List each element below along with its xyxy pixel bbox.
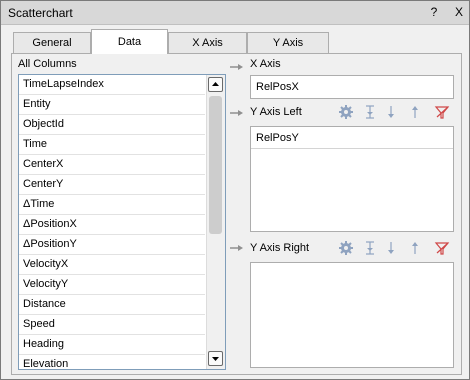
arrow-down-icon[interactable]: [383, 104, 399, 120]
tab-bar: General Data X Axis Y Axis: [11, 29, 461, 55]
list-item[interactable]: Distance: [19, 295, 205, 315]
y-axis-right-list[interactable]: [250, 262, 454, 368]
gear-icon[interactable]: [338, 240, 354, 256]
arrow-right-icon: [230, 110, 243, 116]
tab-y-axis[interactable]: Y Axis: [247, 32, 329, 53]
arrow-down-icon[interactable]: [383, 240, 399, 256]
list-item[interactable]: ObjectId: [19, 115, 205, 135]
list-item[interactable]: RelPosY: [251, 129, 453, 149]
list-item[interactable]: Speed: [19, 315, 205, 335]
list-item[interactable]: ΔTime: [19, 195, 205, 215]
close-button[interactable]: X: [452, 5, 466, 19]
arrow-right-icon: [230, 64, 243, 70]
list-item[interactable]: ΔPositionY: [19, 235, 205, 255]
window-title: Scatterchart: [8, 6, 73, 20]
move-top-icon[interactable]: [362, 104, 378, 120]
arrow-up-icon[interactable]: [407, 104, 423, 120]
arrow-right-icon: [230, 245, 243, 251]
all-columns-list[interactable]: TimeLapseIndex Entity ObjectId Time Cent…: [18, 74, 226, 370]
tab-x-axis[interactable]: X Axis: [168, 32, 247, 53]
list-item[interactable]: CenterX: [19, 155, 205, 175]
arrow-up-icon[interactable]: [407, 240, 423, 256]
tab-general[interactable]: General: [13, 32, 91, 53]
scroll-down-button[interactable]: [208, 351, 223, 366]
y-axis-right-label: Y Axis Right: [250, 242, 310, 254]
triangle-down-icon: [212, 357, 219, 361]
tab-data[interactable]: Data: [91, 29, 168, 54]
clear-filter-icon[interactable]: [434, 240, 450, 256]
list-item[interactable]: VelocityX: [19, 255, 205, 275]
list-item[interactable]: Time: [19, 135, 205, 155]
list-item[interactable]: Entity: [19, 95, 205, 115]
help-button[interactable]: ?: [427, 5, 441, 19]
clear-filter-icon[interactable]: [434, 104, 450, 120]
all-columns-label: All Columns: [18, 58, 77, 70]
scroll-up-button[interactable]: [208, 77, 223, 92]
x-axis-field[interactable]: RelPosX: [250, 75, 454, 99]
data-tab-panel: All Columns TimeLapseIndex Entity Object…: [11, 53, 462, 375]
list-item[interactable]: TimeLapseIndex: [19, 75, 205, 95]
title-bar: Scatterchart ? X: [1, 1, 469, 25]
list-item[interactable]: VelocityY: [19, 275, 205, 295]
y-axis-left-list[interactable]: RelPosY: [250, 126, 454, 232]
x-axis-value: RelPosX: [256, 81, 299, 93]
list-item[interactable]: ΔPositionX: [19, 215, 205, 235]
x-axis-label: X Axis: [250, 58, 281, 70]
list-item[interactable]: Heading: [19, 335, 205, 355]
list-item[interactable]: Elevation: [19, 355, 205, 369]
move-top-icon[interactable]: [362, 240, 378, 256]
gear-icon[interactable]: [338, 104, 354, 120]
y-axis-left-label: Y Axis Left: [250, 106, 302, 118]
vertical-scrollbar[interactable]: [206, 75, 225, 369]
scrollbar-thumb[interactable]: [209, 96, 222, 234]
scatterchart-dialog: Scatterchart ? X General Data X Axis Y A…: [0, 0, 470, 380]
triangle-up-icon: [212, 82, 219, 86]
list-item[interactable]: CenterY: [19, 175, 205, 195]
